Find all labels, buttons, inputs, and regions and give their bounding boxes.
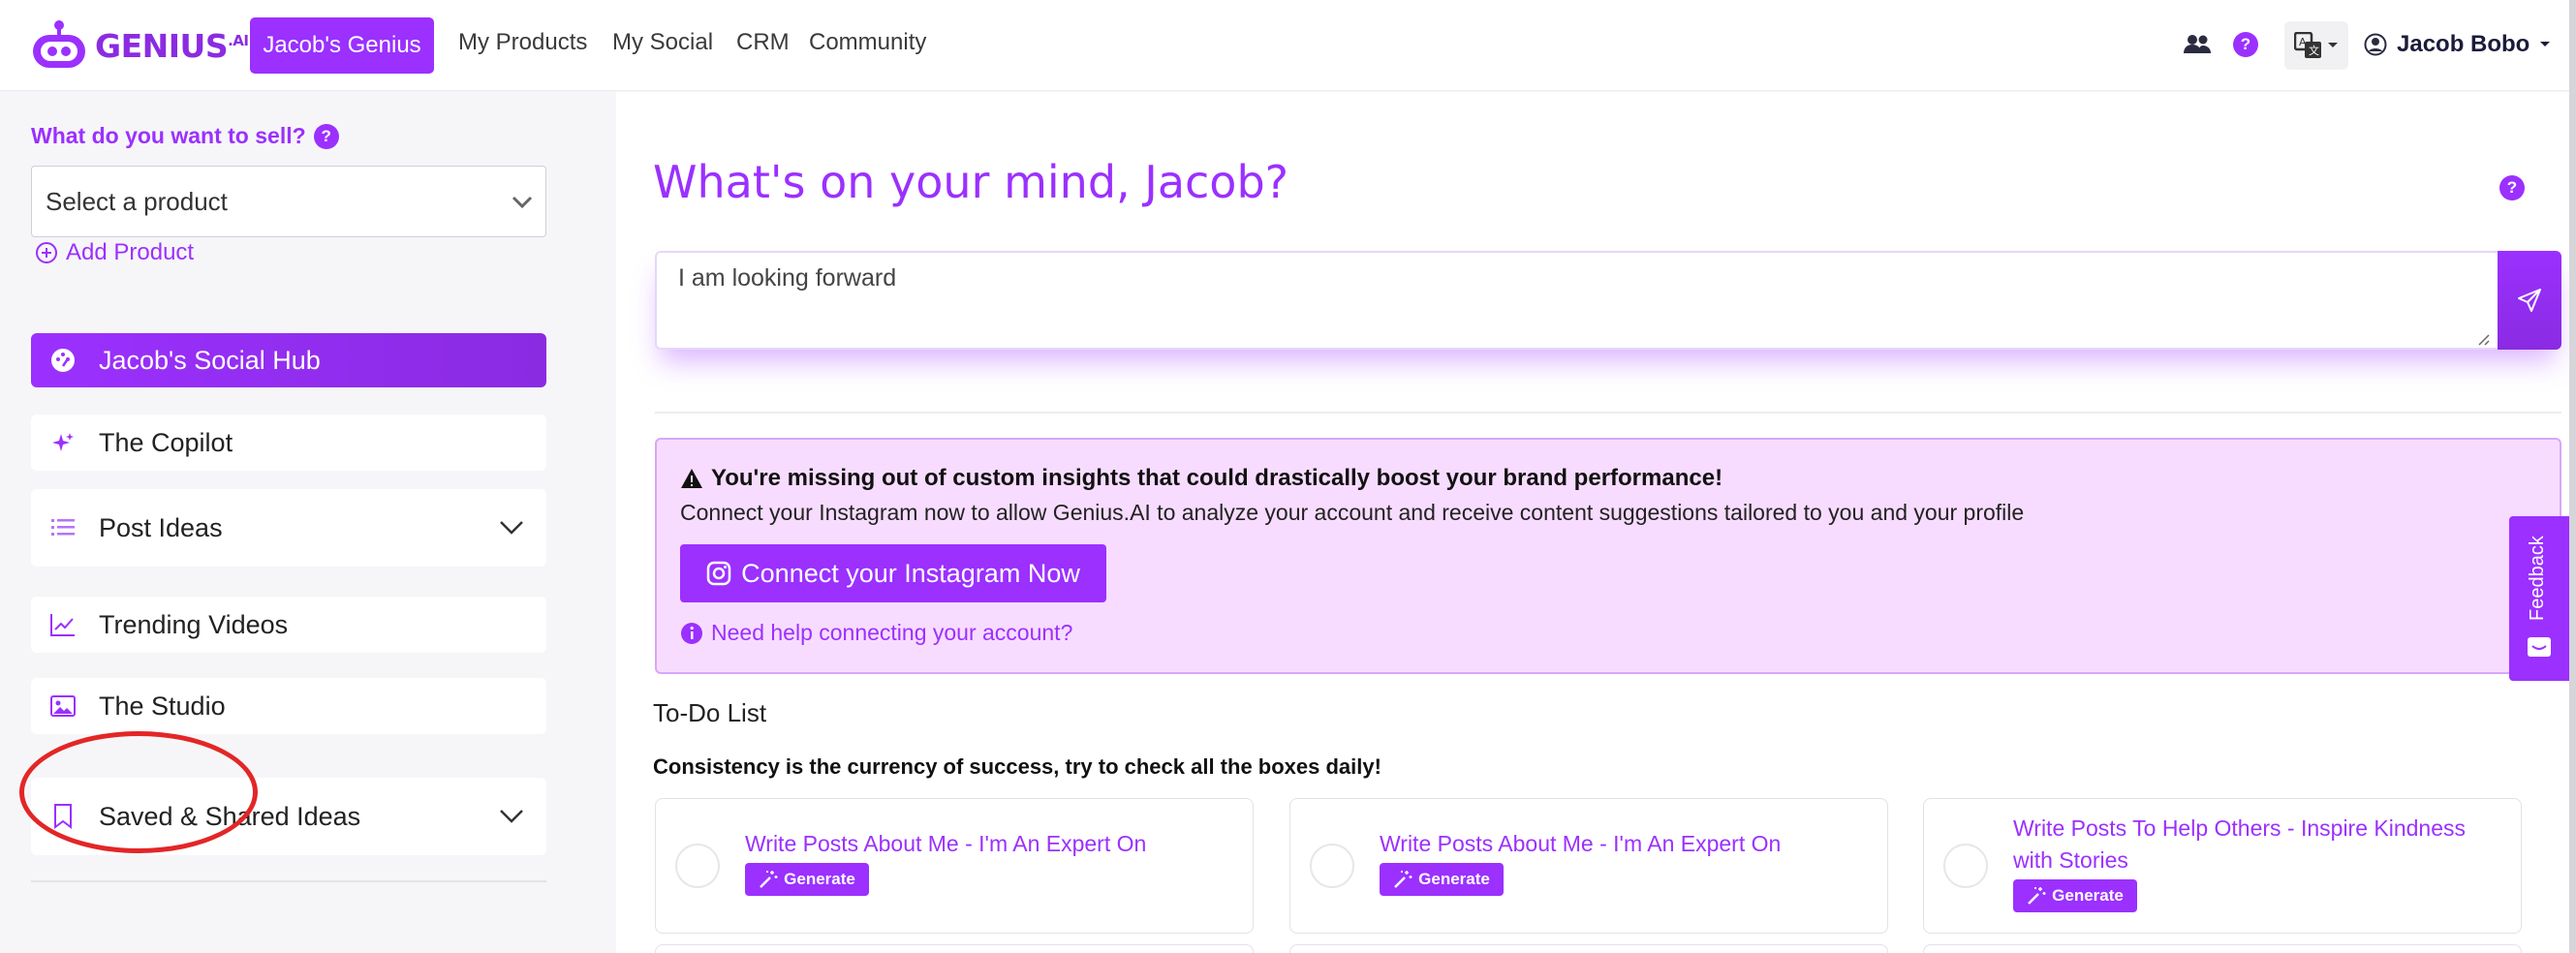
todo-title: To-Do List xyxy=(653,698,767,727)
brand-logo[interactable]: GENIUS.AI xyxy=(29,17,249,74)
feedback-tab[interactable]: Feedback xyxy=(2509,516,2569,681)
todo-card: Write Posts About Me - I'm An Expert On … xyxy=(655,798,1254,934)
chevron-down-icon xyxy=(512,196,533,209)
todo-card xyxy=(1289,944,1888,953)
sidebar-item-trending-videos[interactable]: Trending Videos xyxy=(31,597,546,653)
todo-card xyxy=(1923,944,2522,953)
warning-icon xyxy=(681,469,702,488)
sidebar-divider xyxy=(31,880,546,882)
page-scrollbar[interactable] xyxy=(2569,0,2576,953)
instagram-alert: You're missing out of custom insights th… xyxy=(655,438,2561,674)
user-menu[interactable]: Jacob Bobo xyxy=(2364,25,2551,64)
todo-card: Write Posts About Me - I'm An Expert On … xyxy=(1289,798,1888,934)
list-icon xyxy=(47,517,79,538)
magic-wand-icon xyxy=(1394,871,1412,888)
send-button[interactable] xyxy=(2498,251,2561,350)
sidebar-item-studio[interactable]: The Studio xyxy=(31,678,546,734)
nav-item-community[interactable]: Community xyxy=(809,29,926,56)
todo-card xyxy=(655,944,1254,953)
add-product-link[interactable]: Add Product xyxy=(35,239,194,266)
nav-item-jacobs-genius[interactable]: Jacob's Genius xyxy=(250,17,434,74)
user-icon xyxy=(2364,33,2387,56)
connect-instagram-button[interactable]: Connect your Instagram Now xyxy=(680,544,1106,602)
nav-item-my-social[interactable]: My Social xyxy=(612,29,713,56)
translate-icon: A文 xyxy=(2294,32,2321,58)
generate-button[interactable]: Generate xyxy=(1380,863,1504,896)
sidebar-item-label: Post Ideas xyxy=(99,512,223,542)
sidebar-item-label: Trending Videos xyxy=(99,609,289,639)
main-divider xyxy=(655,412,2561,414)
send-icon xyxy=(2518,289,2541,312)
plus-circle-icon xyxy=(36,242,57,263)
trend-icon xyxy=(47,613,79,636)
main-content: What's on your mind, Jacob? ? I am looki… xyxy=(616,92,2576,953)
sell-label: What do you want to sell? xyxy=(31,123,306,148)
page-help-icon[interactable]: ? xyxy=(2499,175,2525,200)
magic-wand-icon xyxy=(760,871,778,888)
help-icon[interactable]: ? xyxy=(2230,29,2261,60)
caret-down-icon xyxy=(2540,42,2551,46)
feedback-icon xyxy=(2528,637,2551,657)
resize-grip-icon[interactable] xyxy=(2474,330,2490,346)
sidebar: What do you want to sell? ? Select a pro… xyxy=(0,92,579,953)
caret-down-icon xyxy=(2328,43,2338,47)
todo-card-title[interactable]: Write Posts About Me - I'm An Expert On xyxy=(1380,828,1864,860)
todo-card-title[interactable]: Write Posts About Me - I'm An Expert On xyxy=(745,828,1229,860)
chevron-down-icon xyxy=(500,521,523,535)
brand-suffix: .AI xyxy=(228,31,249,49)
generate-label: Generate xyxy=(784,870,855,888)
sidebar-item-label: The Studio xyxy=(99,691,226,721)
sell-help-icon[interactable]: ? xyxy=(313,123,339,149)
nav-item-my-products[interactable]: My Products xyxy=(458,29,587,56)
alert-title: You're missing out of custom insights th… xyxy=(711,465,1723,491)
generate-label: Generate xyxy=(1418,870,1490,888)
product-select-value: Select a product xyxy=(46,186,228,216)
image-icon xyxy=(47,695,79,717)
todo-card-title[interactable]: Write Posts To Help Others - Inspire Kin… xyxy=(2013,813,2498,876)
nav-item-crm[interactable]: CRM xyxy=(736,29,790,56)
sidebar-item-label: The Copilot xyxy=(99,427,233,457)
connect-instagram-label: Connect your Instagram Now xyxy=(741,558,1080,588)
generate-label: Generate xyxy=(2052,886,2124,905)
brand-name: GENIUS xyxy=(95,26,229,65)
highlight-annotation xyxy=(19,731,258,853)
page-title: What's on your mind, Jacob? xyxy=(653,156,1289,208)
help-connecting-label: Need help connecting your account? xyxy=(711,620,1073,645)
compose-input[interactable]: I am looking forward xyxy=(678,264,896,292)
language-button[interactable]: A文 xyxy=(2284,21,2348,70)
sidebar-item-post-ideas[interactable]: Post Ideas xyxy=(31,489,546,567)
robot-logo-icon xyxy=(29,17,89,74)
sparkle-icon xyxy=(47,431,79,454)
help-connecting-link[interactable]: Need help connecting your account? xyxy=(680,620,1072,646)
generate-button[interactable]: Generate xyxy=(2013,879,2137,912)
magic-wand-icon xyxy=(2028,887,2046,905)
sidebar-item-label: Jacob's Social Hub xyxy=(99,345,321,375)
team-icon[interactable] xyxy=(2182,29,2213,60)
chevron-down-icon xyxy=(500,810,523,823)
todo-checkbox[interactable] xyxy=(1310,844,1354,888)
todo-checkbox[interactable] xyxy=(1943,844,1988,888)
instagram-icon xyxy=(706,561,731,586)
alert-body: Connect your Instagram now to allow Geni… xyxy=(680,500,2025,525)
info-icon xyxy=(681,622,702,644)
user-name: Jacob Bobo xyxy=(2397,31,2530,57)
sidebar-item-copilot[interactable]: The Copilot xyxy=(31,415,546,471)
todo-checkbox[interactable] xyxy=(675,844,720,888)
feedback-label: Feedback xyxy=(2527,536,2548,621)
product-select[interactable]: Select a product xyxy=(31,166,546,237)
svg-text:文: 文 xyxy=(2309,44,2319,57)
todo-card: Write Posts To Help Others - Inspire Kin… xyxy=(1923,798,2522,934)
sidebar-item-social-hub[interactable]: Jacob's Social Hub xyxy=(31,333,546,387)
dashboard-icon xyxy=(47,348,79,373)
todo-subtitle: Consistency is the currency of success, … xyxy=(653,754,1381,779)
add-product-label: Add Product xyxy=(66,239,195,265)
compose-box: I am looking forward xyxy=(655,251,2561,350)
top-navbar: GENIUS.AI Jacob's Genius My Products My … xyxy=(0,0,2576,91)
generate-button[interactable]: Generate xyxy=(745,863,869,896)
